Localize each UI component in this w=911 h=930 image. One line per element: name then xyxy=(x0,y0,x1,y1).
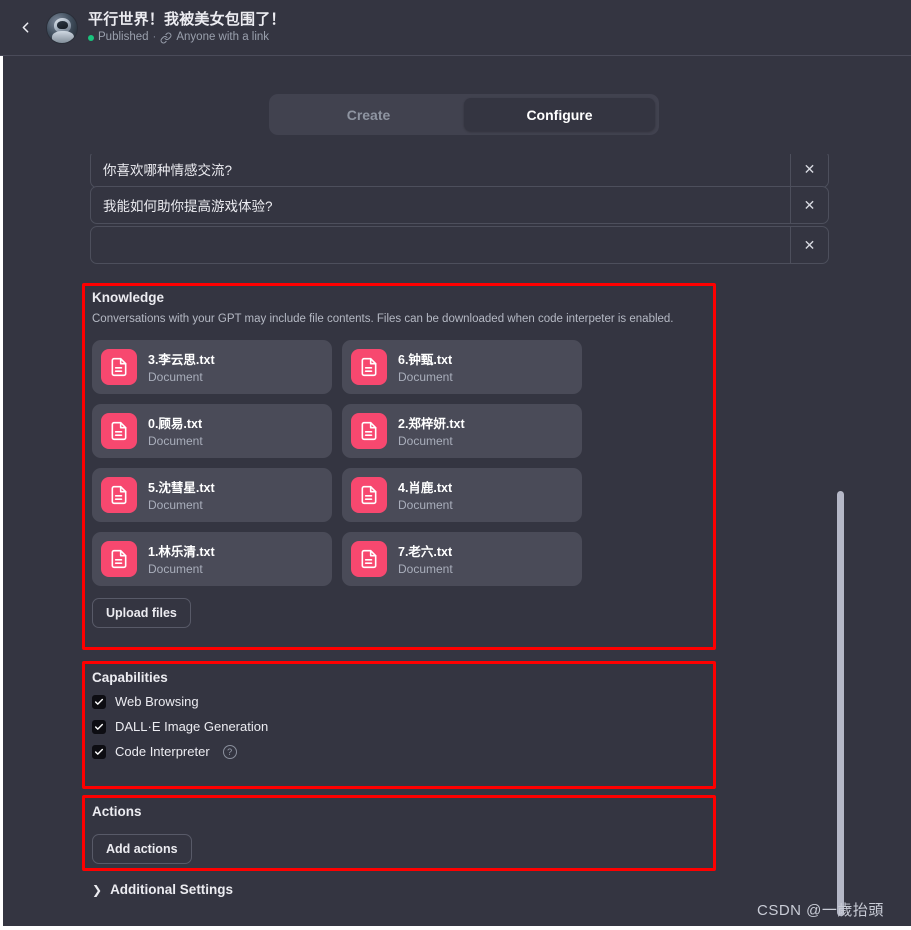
remove-starter-button[interactable]: ✕ xyxy=(790,151,828,187)
conversation-starter-row: 我能如何助你提高游戏体验? ✕ xyxy=(90,186,829,224)
avatar xyxy=(46,11,78,44)
meta-separator: · xyxy=(152,31,157,44)
status-row: Published · Anyone with a link xyxy=(88,31,286,44)
title-block: 平行世界！我被美女包围了！ Published · Anyone with a … xyxy=(88,11,286,44)
app-header: 平行世界！我被美女包围了！ Published · Anyone with a … xyxy=(0,0,911,56)
file-text: 7.老六.txt Document xyxy=(398,541,453,576)
capabilities-title: Capabilities xyxy=(92,670,168,685)
checkbox-checked-icon[interactable] xyxy=(92,694,106,709)
file-type: Document xyxy=(148,434,203,449)
scroll-clip-mask xyxy=(0,140,911,154)
file-text: 5.沈彗星.txt Document xyxy=(148,477,215,512)
add-actions-button[interactable]: Add actions xyxy=(92,834,192,864)
conversation-starter-input[interactable]: 我能如何助你提高游戏体验? xyxy=(91,187,790,223)
file-name: 2.郑梓妍.txt xyxy=(398,417,465,432)
knowledge-title: Knowledge xyxy=(92,290,165,305)
remove-starter-button[interactable]: ✕ xyxy=(790,187,828,223)
checkbox-checked-icon[interactable] xyxy=(92,744,106,759)
checkbox-checked-icon[interactable] xyxy=(92,719,106,734)
file-type: Document xyxy=(148,370,203,385)
list-item[interactable]: 7.老六.txt Document xyxy=(342,531,582,586)
page-title: 平行世界！我被美女包围了！ xyxy=(88,10,286,28)
knowledge-file-grid: 3.李云思.txt Document 6.钟甄.txt Document 0.顾… xyxy=(92,339,706,586)
gpt-configure-window: 平行世界！我被美女包围了！ Published · Anyone with a … xyxy=(0,0,911,930)
capability-code-interpreter[interactable]: Code Interpreter ? xyxy=(92,744,706,759)
file-text: 3.李云思.txt Document xyxy=(148,349,215,384)
capability-web-browsing[interactable]: Web Browsing xyxy=(92,694,706,709)
list-item[interactable]: 5.沈彗星.txt Document xyxy=(92,467,332,522)
chevron-left-icon xyxy=(17,19,34,36)
conversation-starter-row: 你喜欢哪种情感交流? ✕ xyxy=(90,150,829,188)
list-item[interactable]: 1.林乐清.txt Document xyxy=(92,531,332,586)
document-icon xyxy=(351,476,387,513)
upload-files-button[interactable]: Upload files xyxy=(92,597,191,628)
avatar-visor-shape xyxy=(57,20,68,29)
knowledge-section: Knowledge Conversations with your GPT ma… xyxy=(92,290,706,628)
file-type: Document xyxy=(148,562,203,577)
additional-settings-toggle[interactable]: ❯ Additional Settings xyxy=(92,882,233,897)
file-text: 1.林乐清.txt Document xyxy=(148,541,215,576)
file-name: 4.肖鹿.txt xyxy=(398,481,453,496)
mode-tabs: Create Configure xyxy=(269,94,659,135)
capability-label: Code Interpreter xyxy=(115,744,210,759)
capabilities-list: Web Browsing DALL·E Image Generation Cod… xyxy=(92,694,706,759)
file-name: 6.钟甄.txt xyxy=(398,353,453,368)
actions-section: Actions Add actions xyxy=(92,804,706,864)
capability-label: Web Browsing xyxy=(115,694,199,709)
file-type: Document xyxy=(398,434,453,449)
avatar-body-shape xyxy=(52,30,74,43)
remove-starter-button[interactable]: ✕ xyxy=(790,227,828,263)
link-icon xyxy=(160,32,172,44)
file-name: 1.林乐清.txt xyxy=(148,545,215,560)
list-item[interactable]: 6.钟甄.txt Document xyxy=(342,339,582,394)
tab-configure[interactable]: Configure xyxy=(464,98,655,131)
configure-scroll-area: 你喜欢哪种情感交流? ✕ 我能如何助你提高游戏体验? ✕ ✕ Knowledge… xyxy=(0,140,911,930)
chevron-right-icon: ❯ xyxy=(92,882,103,897)
scrollbar-thumb[interactable] xyxy=(837,491,844,916)
file-type: Document xyxy=(398,562,453,577)
document-icon xyxy=(101,540,137,577)
file-name: 5.沈彗星.txt xyxy=(148,481,215,496)
file-text: 0.顾易.txt Document xyxy=(148,413,203,448)
file-name: 3.李云思.txt xyxy=(148,353,215,368)
scrollbar-track[interactable] xyxy=(897,56,911,924)
status-badge: Published xyxy=(98,31,149,44)
window-frame-left xyxy=(0,56,3,930)
file-type: Document xyxy=(398,498,453,513)
document-icon xyxy=(101,348,137,385)
window-frame-bottom xyxy=(0,926,911,930)
file-text: 2.郑梓妍.txt Document xyxy=(398,413,465,448)
document-icon xyxy=(101,412,137,449)
knowledge-description: Conversations with your GPT may include … xyxy=(92,313,674,325)
file-name: 0.顾易.txt xyxy=(148,417,203,432)
actions-title: Actions xyxy=(92,804,142,819)
file-text: 6.钟甄.txt Document xyxy=(398,349,453,384)
document-icon xyxy=(351,348,387,385)
document-icon xyxy=(101,476,137,513)
additional-settings-label: Additional Settings xyxy=(110,882,234,897)
back-button[interactable] xyxy=(8,11,42,45)
list-item[interactable]: 3.李云思.txt Document xyxy=(92,339,332,394)
tab-create[interactable]: Create xyxy=(273,98,464,131)
conversation-starter-input[interactable] xyxy=(91,227,790,263)
capability-dalle-image-generation[interactable]: DALL·E Image Generation xyxy=(92,719,706,734)
list-item[interactable]: 2.郑梓妍.txt Document xyxy=(342,403,582,458)
file-type: Document xyxy=(148,498,203,513)
capabilities-section: Capabilities Web Browsing DALL·E Image G… xyxy=(92,670,706,759)
document-icon xyxy=(351,412,387,449)
list-item[interactable]: 4.肖鹿.txt Document xyxy=(342,467,582,522)
file-text: 4.肖鹿.txt Document xyxy=(398,477,453,512)
help-icon[interactable]: ? xyxy=(222,744,237,759)
conversation-starter-row: ✕ xyxy=(90,226,829,264)
file-type: Document xyxy=(398,370,453,385)
published-dot-icon xyxy=(88,34,94,41)
list-item[interactable]: 0.顾易.txt Document xyxy=(92,403,332,458)
capability-label: DALL·E Image Generation xyxy=(115,719,269,734)
document-icon xyxy=(351,540,387,577)
visibility-label: Anyone with a link xyxy=(176,31,270,44)
file-name: 7.老六.txt xyxy=(398,545,453,560)
conversation-starter-input[interactable]: 你喜欢哪种情感交流? xyxy=(91,151,790,187)
watermark: CSDN @一歲抬頭 xyxy=(757,902,884,919)
